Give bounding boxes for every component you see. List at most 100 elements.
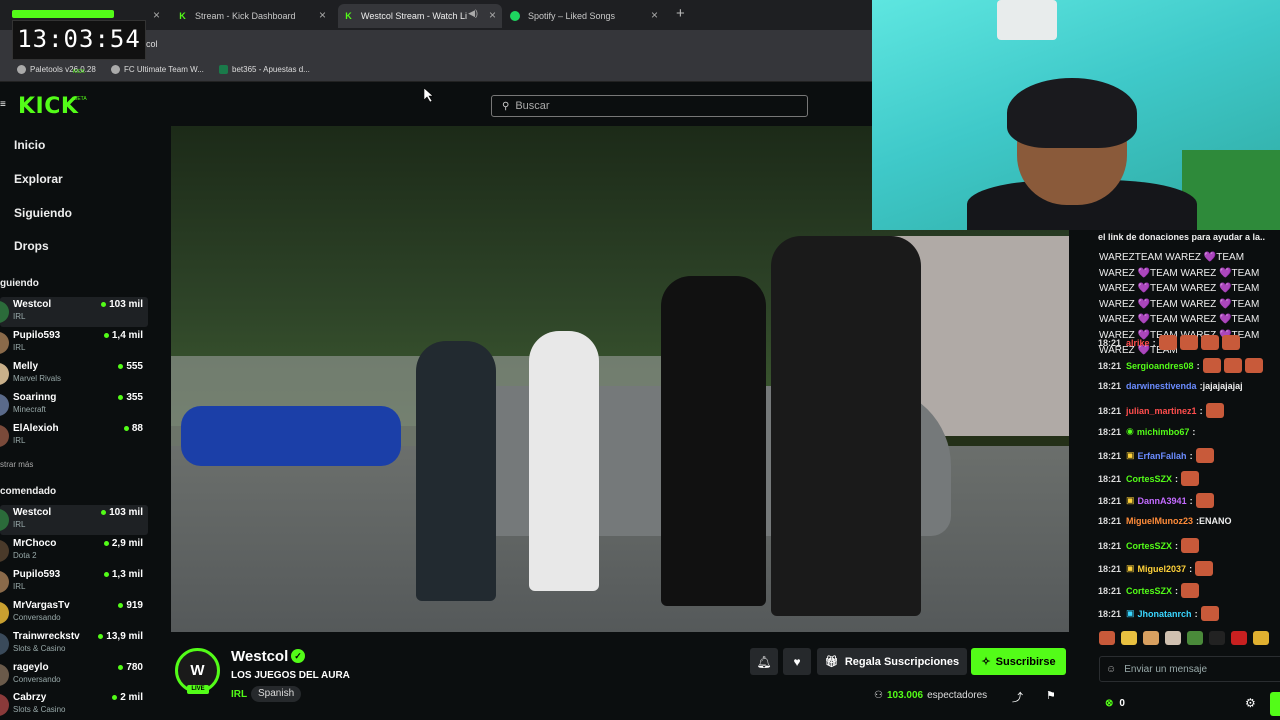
sidebar-rec-cabrzy[interactable]: Cabrzy Slots & Casino 2 mil	[0, 690, 148, 720]
new-tab-icon[interactable]: +	[676, 5, 685, 22]
chat-username[interactable]: CortesSZX	[1126, 474, 1172, 484]
close-icon[interactable]: ×	[319, 8, 326, 22]
live-dot-icon	[103, 571, 109, 577]
viewer-count-text: 2,9 mil	[111, 538, 143, 549]
chat-message: 18:21 ▣ DannA3941:	[1098, 493, 1214, 508]
emote-icon[interactable]	[1099, 631, 1115, 645]
chat-username[interactable]: julian_martinez1	[1126, 406, 1197, 416]
chat-username[interactable]: darwinestivenda	[1126, 381, 1197, 391]
gift-subs-button[interactable]: 🎁︎ Regala Suscripciones	[817, 648, 967, 675]
close-icon[interactable]: ×	[489, 8, 496, 22]
share-icon[interactable]: ⤴	[1012, 689, 1023, 705]
chat-time: 18:21	[1098, 516, 1122, 526]
emote-icon[interactable]	[1143, 631, 1159, 645]
viewer-count-display: ⚇ 103.006 espectadores	[874, 690, 987, 701]
live-dot-icon	[118, 664, 124, 670]
emote-icon[interactable]	[1253, 631, 1269, 645]
send-button[interactable]	[1270, 692, 1280, 716]
sidebar-channel-pupilo593[interactable]: Pupilo593 IRL 1,4 mil	[0, 328, 148, 358]
emote-icon[interactable]	[1231, 631, 1247, 645]
emote-picker-icon[interactable]: ☺	[1106, 664, 1116, 675]
viewer-count: 1,4 mil	[103, 330, 143, 341]
spotify-icon	[510, 11, 520, 21]
live-dot-icon	[103, 332, 109, 338]
tab-westcol-stream[interactable]: K Westcol Stream - Watch Li ◀) ×	[338, 4, 502, 28]
chat-username[interactable]: ErfanFallah	[1138, 451, 1187, 461]
settings-icon[interactable]: ⚙	[1245, 696, 1256, 710]
nav-explorar[interactable]: Explorar	[14, 172, 63, 186]
sidebar-rec-trainwreckstv[interactable]: Trainwreckstv Slots & Casino 13,9 mil	[0, 629, 148, 659]
nav-drops[interactable]: Drops	[14, 239, 49, 253]
emote-icon[interactable]	[1209, 631, 1225, 645]
nav-siguiendo[interactable]: Siguiendo	[14, 206, 72, 220]
chat-message: 18:21 CortesSZX:	[1098, 583, 1200, 598]
star-icon: ✧	[981, 656, 991, 668]
bookmark-fc-ultimate[interactable]: FC Ultimate Team W...	[111, 65, 204, 74]
sidebar-channel-soarinng[interactable]: Soarinng Minecraft 355	[0, 390, 148, 420]
sidebar-rec-rageylo[interactable]: rageylo Conversando 780	[0, 660, 148, 690]
chat-username[interactable]: Sergioandres08	[1126, 361, 1194, 371]
close-icon[interactable]: ×	[651, 8, 658, 22]
tab-kick-dashboard[interactable]: K Stream - Kick Dashboard ×	[172, 4, 332, 28]
chat-username[interactable]: Miguel2037	[1138, 564, 1187, 574]
notification-bell-button[interactable]: 🔔︎	[750, 648, 778, 675]
sidebar-rec-pupilo593[interactable]: Pupilo593 IRL 1,3 mil	[0, 567, 148, 597]
emote-icon[interactable]	[1121, 631, 1137, 645]
chat-username[interactable]: michimbo67	[1137, 427, 1190, 437]
sidebar-rec-westcol[interactable]: Westcol IRL 103 mil	[0, 505, 148, 535]
channel-category: Dota 2	[13, 551, 37, 560]
viewer-count-text: 780	[126, 662, 143, 673]
chat-message: 18:21 ◉ michimbo67:	[1098, 426, 1196, 437]
emote-icon[interactable]	[1165, 631, 1181, 645]
close-icon[interactable]: ×	[153, 8, 160, 22]
chat-username[interactable]: alrike	[1126, 338, 1150, 348]
kick-icon: K	[179, 11, 186, 21]
report-icon[interactable]: ⚑	[1046, 689, 1056, 702]
address-text: col	[146, 39, 158, 49]
mouse-cursor-icon	[424, 88, 434, 102]
emote-icon[interactable]	[1187, 631, 1203, 645]
chat-message: 18:21 CortesSZX:	[1098, 471, 1200, 486]
chat-username[interactable]: CortesSZX	[1126, 541, 1172, 551]
show-more-link[interactable]: strar más	[0, 460, 33, 469]
bookmark-label: Paletools v26.0.28	[30, 65, 96, 74]
follow-button[interactable]: ♥	[783, 648, 811, 675]
chat-username[interactable]: MiguelMunoz23	[1126, 516, 1193, 526]
chat-username[interactable]: DannA3941	[1138, 496, 1187, 506]
channel-points[interactable]: ⊗ 0	[1105, 698, 1125, 709]
bookmark-bet365[interactable]: bet365 - Apuestas d...	[219, 65, 310, 74]
avatar	[0, 540, 9, 562]
chat-time: 18:21	[1098, 540, 1122, 551]
nav-inicio[interactable]: Inicio	[14, 138, 45, 152]
emote-bar	[1099, 631, 1269, 645]
subscribe-button[interactable]: ✧ Suscribirse	[971, 648, 1066, 675]
chat-input[interactable]: ☺ Enviar un mensaje	[1099, 656, 1280, 682]
live-badge: LIVE	[187, 685, 209, 694]
sidebar-channel-elalexioh[interactable]: ElAlexioh IRL 88	[0, 421, 148, 451]
sidebar-channel-melly[interactable]: Melly Marvel Rivals 555	[0, 359, 148, 389]
channel-name: Soarinng	[13, 392, 57, 403]
language-tag[interactable]: Spanish	[251, 686, 302, 702]
tab-spotify[interactable]: Spotify – Liked Songs ×	[504, 4, 664, 28]
search-input[interactable]: ⚲ Buscar	[491, 95, 808, 117]
emote-icon	[1195, 493, 1214, 508]
viewer-count-text: 13,9 mil	[106, 631, 143, 642]
sidebar-rec-mrvargastv[interactable]: MrVargasTv Conversando 919	[0, 598, 148, 628]
channel-category: Slots & Casino	[13, 705, 66, 714]
speaker-icon[interactable]: ◀)	[468, 8, 478, 19]
sidebar-rec-mrchoco[interactable]: MrChoco Dota 2 2,9 mil	[0, 536, 148, 566]
chat-username[interactable]: Jhonatanrch	[1138, 609, 1192, 619]
chat-time: 18:21	[1098, 360, 1122, 371]
kick-logo[interactable]: KICK	[18, 94, 78, 119]
tab-close-first[interactable]: ×	[152, 4, 160, 28]
chat-text: jajajajajaj	[1202, 381, 1243, 391]
chat-time: 18:21	[1098, 405, 1122, 416]
menu-icon[interactable]: ≡	[0, 99, 6, 110]
search-placeholder: Buscar	[515, 100, 550, 112]
stream-category[interactable]: IRL	[231, 689, 247, 700]
viewer-count: 919	[118, 600, 143, 611]
sidebar-channel-westcol[interactable]: Westcol IRL 103 mil	[0, 297, 148, 327]
channel-name-title[interactable]: Westcol	[231, 648, 288, 665]
chat-username[interactable]: CortesSZX	[1126, 586, 1172, 596]
video-person	[661, 276, 766, 606]
